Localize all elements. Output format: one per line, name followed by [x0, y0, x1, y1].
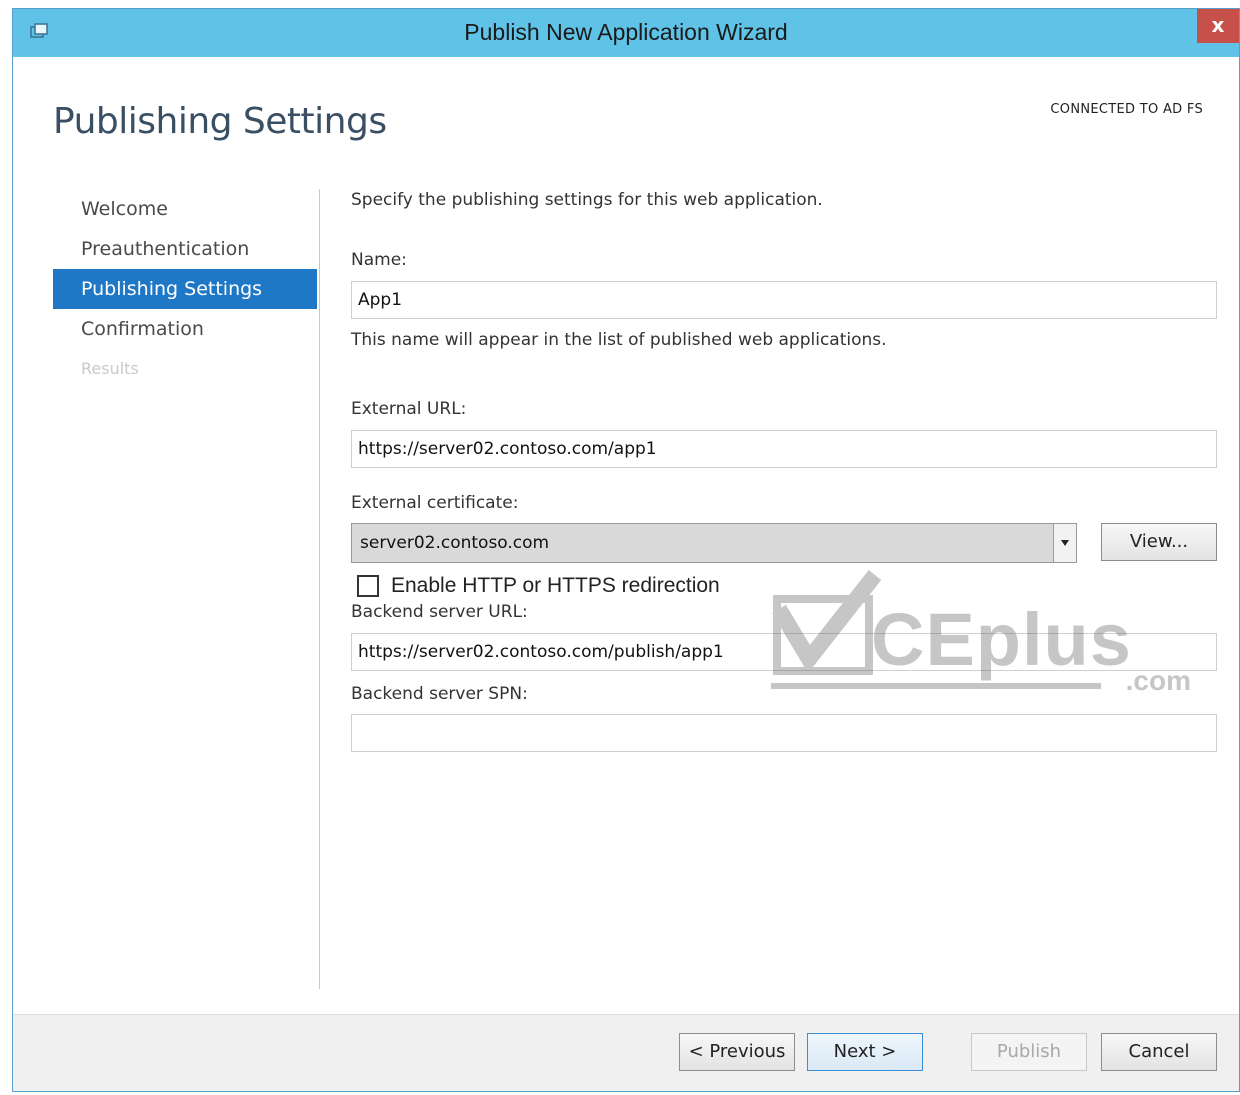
certificate-select[interactable]: server02.contoso.com [351, 523, 1077, 563]
next-button[interactable]: Next > [807, 1033, 923, 1071]
nav-item-publishing-settings[interactable]: Publishing Settings [53, 269, 317, 309]
chevron-down-icon[interactable] [1053, 524, 1076, 562]
view-certificate-button[interactable]: View... [1101, 523, 1217, 561]
redirect-checkbox-label: Enable HTTP or HTTPS redirection [391, 574, 720, 597]
nav-item-confirmation[interactable]: Confirmation [53, 309, 317, 349]
certificate-label: External certificate: [351, 493, 519, 513]
title-bar[interactable]: Publish New Application Wizard x [13, 9, 1239, 57]
publish-button: Publish [971, 1033, 1087, 1071]
page-title: Publishing Settings [53, 101, 387, 142]
watermark-logo: CEplus .com [771, 569, 1191, 699]
nav-item-preauthentication[interactable]: Preauthentication [53, 229, 317, 269]
wizard-footer: < Previous Next > Publish Cancel [13, 1014, 1239, 1091]
redirect-option[interactable]: Enable HTTP or HTTPS redirection [357, 572, 720, 600]
connection-status: CONNECTED TO AD FS [1050, 102, 1203, 117]
watermark-text: CEplus [871, 598, 1132, 681]
nav-divider [319, 189, 320, 989]
watermark-underline [771, 683, 1101, 689]
checkmark-icon [772, 570, 882, 675]
certificate-selected-value: server02.contoso.com [360, 533, 550, 553]
name-field[interactable]: App1 [351, 281, 1217, 319]
nav-item-results: Results [81, 359, 139, 378]
close-icon: x [1211, 13, 1225, 37]
cancel-button[interactable]: Cancel [1101, 1033, 1217, 1071]
wizard-window: Publish New Application Wizard x Publish… [12, 8, 1240, 1092]
nav-item-welcome[interactable]: Welcome [53, 189, 317, 229]
external-url-label: External URL: [351, 399, 467, 419]
window-title: Publish New Application Wizard [464, 19, 788, 45]
watermark-subtext: .com [1125, 665, 1191, 696]
backend-spn-label: Backend server SPN: [351, 684, 528, 704]
wizard-steps-nav: Welcome Preauthentication Publishing Set… [53, 189, 317, 389]
redirect-checkbox[interactable] [357, 575, 379, 597]
name-label: Name: [351, 250, 407, 270]
previous-button[interactable]: < Previous [679, 1033, 795, 1071]
backend-spn-field[interactable] [351, 714, 1217, 752]
backend-url-label: Backend server URL: [351, 602, 528, 622]
external-url-field[interactable]: https://server02.contoso.com/app1 [351, 430, 1217, 468]
name-hint: This name will appear in the list of pub… [351, 330, 887, 350]
close-button[interactable]: x [1197, 9, 1239, 43]
form-instruction: Specify the publishing settings for this… [351, 190, 823, 210]
